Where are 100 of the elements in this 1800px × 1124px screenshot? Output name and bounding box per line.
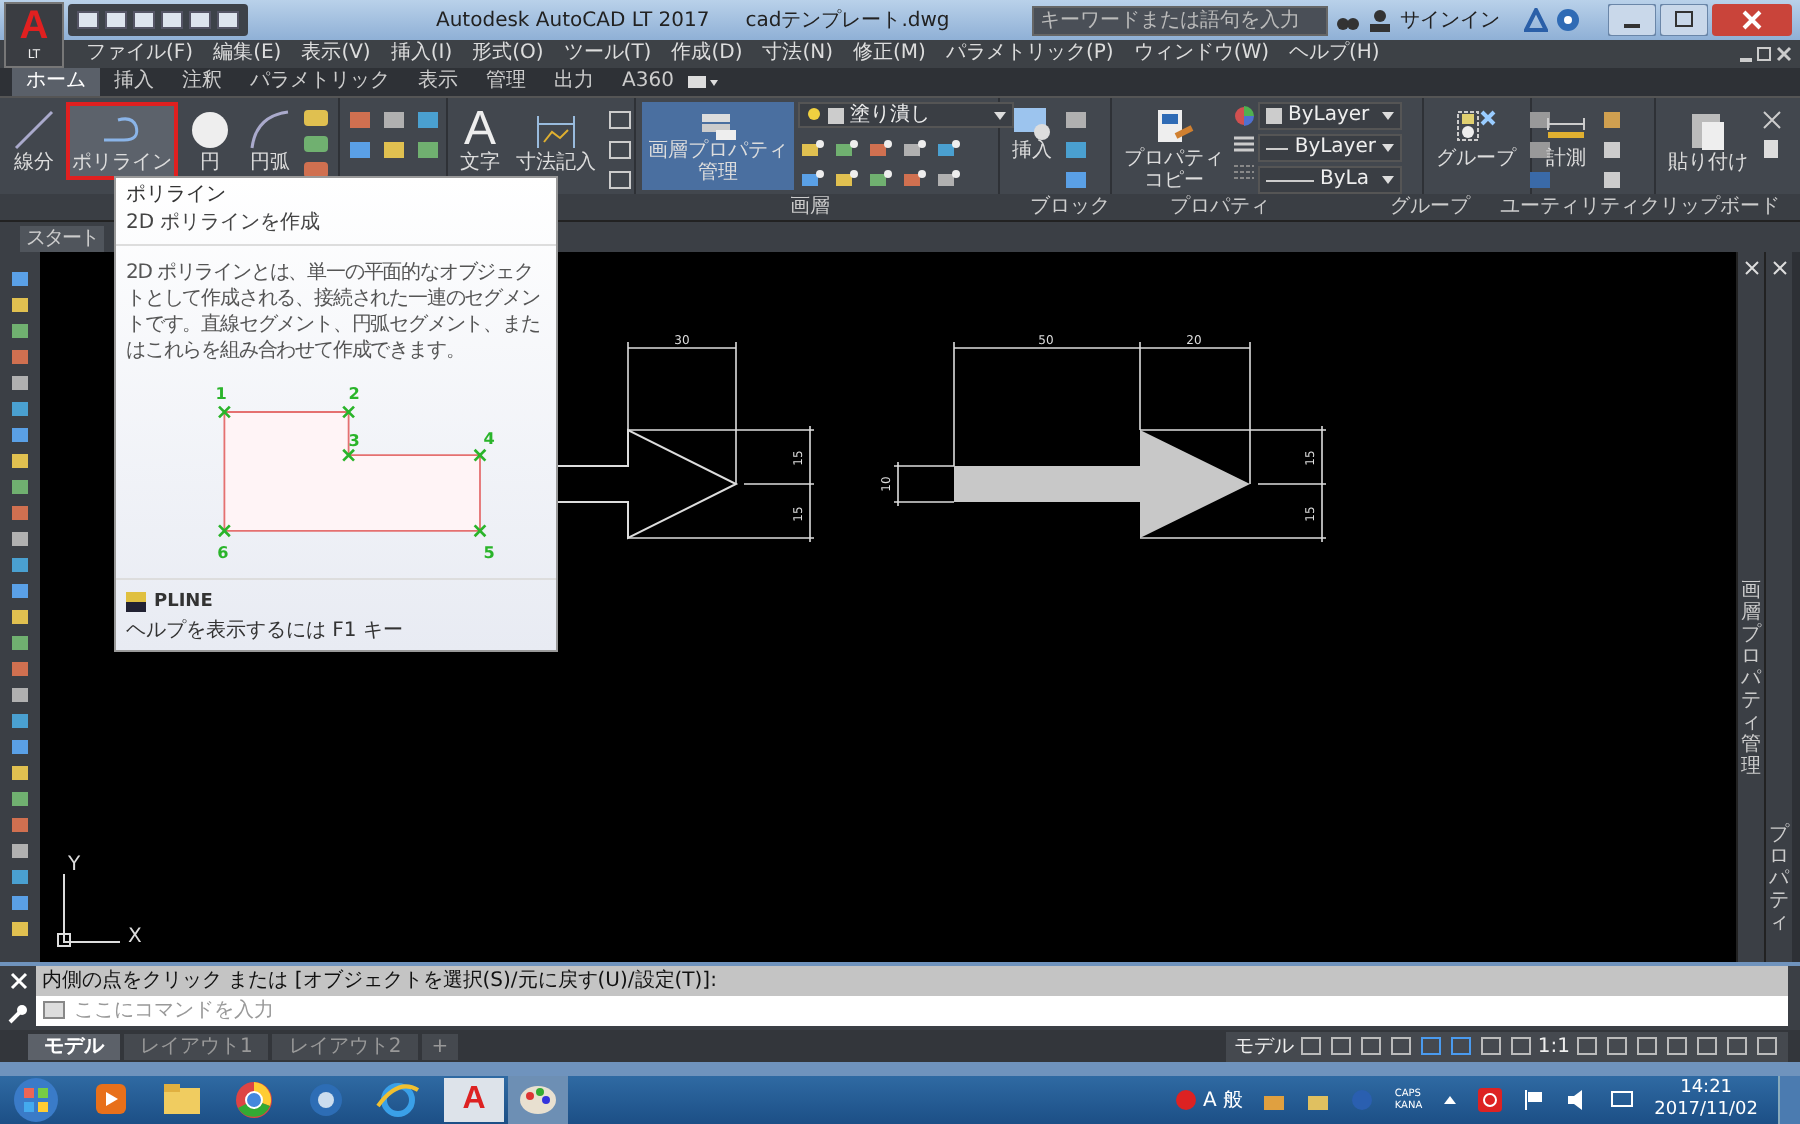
layer-tool-icon[interactable] bbox=[866, 168, 894, 192]
tool-icon[interactable] bbox=[8, 294, 32, 316]
user-icon[interactable] bbox=[1368, 8, 1392, 32]
menu-item[interactable]: 形式(O) bbox=[462, 40, 554, 68]
ribbon-tab[interactable]: パラメトリック bbox=[236, 68, 404, 96]
close-icon[interactable] bbox=[1771, 260, 1787, 276]
maximize-button[interactable] bbox=[1660, 4, 1708, 36]
block-tool-icon[interactable] bbox=[1062, 108, 1090, 132]
layer-tool-icon[interactable] bbox=[798, 168, 826, 192]
help-icon[interactable] bbox=[1556, 8, 1580, 32]
panel-title[interactable]: クリップボード bbox=[1640, 195, 1780, 219]
model-space-button[interactable]: モデル bbox=[1233, 1032, 1294, 1060]
panel-title[interactable]: プロパティ bbox=[1170, 195, 1390, 219]
search-field[interactable]: キーワードまたは語句を入力 bbox=[1032, 5, 1328, 35]
block-tool-icon[interactable] bbox=[1062, 138, 1090, 162]
tool-icon[interactable] bbox=[8, 918, 32, 940]
draw-tool-button[interactable]: 線分 bbox=[6, 102, 62, 180]
layer-tool-icon[interactable] bbox=[832, 138, 860, 162]
quick-access-icon[interactable] bbox=[216, 8, 240, 32]
status-toggle-icon[interactable] bbox=[1664, 1034, 1690, 1058]
status-toggle-icon[interactable] bbox=[1574, 1034, 1600, 1058]
annotation-scale-button[interactable]: 1:1 bbox=[1537, 1035, 1570, 1057]
quick-access-icon[interactable] bbox=[104, 8, 128, 32]
layer-tool-icon[interactable] bbox=[900, 138, 928, 162]
status-toggle-icon[interactable] bbox=[1357, 1034, 1384, 1058]
close-icon[interactable] bbox=[1743, 260, 1759, 276]
tool-icon[interactable] bbox=[8, 892, 32, 914]
group-button[interactable]: グループ bbox=[1430, 102, 1522, 176]
tool-icon[interactable] bbox=[8, 268, 32, 290]
file-tab[interactable]: スタート bbox=[20, 226, 104, 252]
status-toggle-icon[interactable] bbox=[1327, 1034, 1354, 1058]
status-toggle-icon[interactable] bbox=[1507, 1034, 1534, 1058]
block-tool-icon[interactable] bbox=[1062, 168, 1090, 192]
palette-title[interactable]: 画層プロパティ管理 bbox=[1741, 580, 1761, 778]
ribbon-tab[interactable]: 注釈 bbox=[168, 68, 236, 96]
property-dropdown[interactable]: ByLa bbox=[1258, 166, 1402, 194]
draw-tool-button[interactable]: 円 bbox=[182, 102, 238, 180]
menu-item[interactable]: 表示(V) bbox=[291, 40, 381, 68]
utility-tool-icon[interactable] bbox=[1598, 168, 1626, 192]
layer-tool-icon[interactable] bbox=[798, 138, 826, 162]
sign-in-link[interactable]: サインイン bbox=[1400, 6, 1500, 34]
document-controls-icon[interactable] bbox=[1740, 44, 1792, 64]
tool-icon[interactable] bbox=[8, 762, 32, 784]
ribbon-tab[interactable]: ホーム bbox=[12, 68, 100, 96]
menu-item[interactable]: 寸法(N) bbox=[752, 40, 844, 68]
tool-icon[interactable] bbox=[8, 450, 32, 472]
menu-item[interactable]: 編集(E) bbox=[203, 40, 292, 68]
clock-time[interactable]: 14:21 bbox=[1680, 1078, 1733, 1100]
menu-item[interactable]: ファイル(F) bbox=[76, 40, 204, 68]
tool-icon[interactable] bbox=[8, 736, 32, 758]
tool-icon[interactable] bbox=[8, 476, 32, 498]
paint-palette-icon[interactable] bbox=[508, 1076, 568, 1124]
menu-item[interactable]: ウィンドウ(W) bbox=[1123, 40, 1280, 68]
tool-icon[interactable] bbox=[606, 138, 634, 162]
status-toggle-icon[interactable] bbox=[1634, 1034, 1660, 1058]
start-button[interactable] bbox=[8, 1076, 64, 1124]
menu-item[interactable]: 挿入(I) bbox=[380, 40, 463, 68]
ime-mode[interactable]: A bbox=[1203, 1089, 1217, 1111]
clock-date[interactable]: 2017/11/02 bbox=[1654, 1100, 1758, 1122]
status-toggle-icon[interactable] bbox=[1417, 1034, 1444, 1058]
status-toggle-icon[interactable] bbox=[1724, 1034, 1750, 1058]
status-toggle-icon[interactable] bbox=[1604, 1034, 1630, 1058]
tool-icon[interactable] bbox=[8, 320, 32, 342]
status-toggle-icon[interactable] bbox=[1387, 1034, 1414, 1058]
tool-icon[interactable] bbox=[380, 108, 408, 132]
draw-tool-button[interactable]: 円弧 bbox=[242, 102, 298, 180]
text-tool-button[interactable]: A 文字 bbox=[454, 102, 506, 180]
close-button[interactable] bbox=[1712, 4, 1792, 36]
layer-tool-icon[interactable] bbox=[832, 168, 860, 192]
measure-button[interactable]: 計測 bbox=[1538, 102, 1594, 176]
layer-tool-icon[interactable] bbox=[934, 168, 962, 192]
tool-icon[interactable] bbox=[380, 138, 408, 162]
quick-access-icon[interactable] bbox=[188, 8, 212, 32]
utility-tool-icon[interactable] bbox=[1598, 108, 1626, 132]
panel-title[interactable]: ユーティリティ bbox=[1500, 195, 1640, 219]
menu-item[interactable]: ヘルプ(H) bbox=[1279, 40, 1390, 68]
group-tool-icon[interactable] bbox=[1526, 108, 1554, 132]
tool-icon[interactable] bbox=[8, 684, 32, 706]
browser-icon[interactable] bbox=[372, 1078, 424, 1122]
tool-icon[interactable] bbox=[8, 632, 32, 654]
layer-tool-icon[interactable] bbox=[900, 168, 928, 192]
layout-tab[interactable]: モデル bbox=[28, 1033, 120, 1059]
ime-mode[interactable]: 般 bbox=[1222, 1086, 1243, 1114]
layer-properties-button[interactable]: 画層プロパティ 管理 bbox=[642, 102, 794, 190]
menu-item[interactable]: ツール(T) bbox=[553, 40, 662, 68]
wrench-icon[interactable] bbox=[8, 1003, 28, 1024]
ribbon-tab[interactable]: 管理 bbox=[472, 68, 540, 96]
status-toggle-icon[interactable] bbox=[1694, 1034, 1720, 1058]
command-input-field[interactable]: ここにコマンドを入力 bbox=[36, 996, 1788, 1026]
tool-icon[interactable] bbox=[8, 788, 32, 810]
tool-icon[interactable] bbox=[606, 108, 634, 132]
property-dropdown[interactable]: ByLayer bbox=[1258, 134, 1402, 162]
tool-icon[interactable] bbox=[8, 580, 32, 602]
tool-icon[interactable] bbox=[8, 372, 32, 394]
tool-icon[interactable] bbox=[606, 168, 634, 192]
network-icon[interactable] bbox=[1610, 1088, 1635, 1112]
layer-tool-icon[interactable] bbox=[934, 138, 962, 162]
quick-access-icon[interactable] bbox=[76, 8, 100, 32]
dimension-tool-button[interactable]: 寸法記入 bbox=[510, 102, 602, 180]
cut-icon[interactable] bbox=[1758, 108, 1786, 132]
